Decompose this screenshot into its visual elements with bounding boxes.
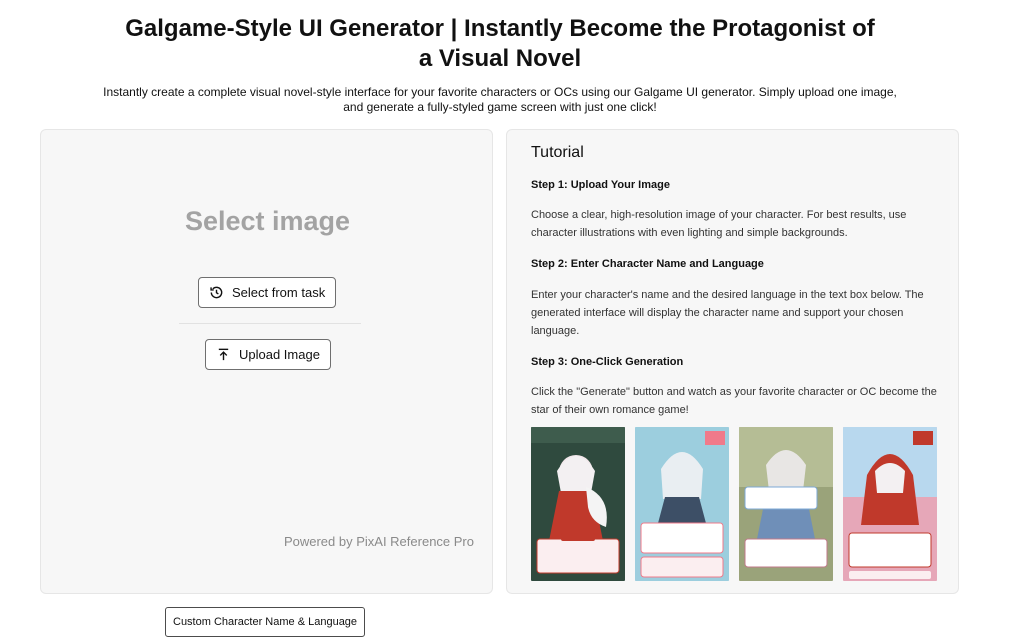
example-image: [739, 427, 833, 581]
example-gallery: [531, 427, 937, 581]
history-icon: [210, 286, 223, 299]
custom-character-name-language-button[interactable]: Custom Character Name & Language: [165, 607, 366, 637]
step-1-heading: Step 1: Upload Your Image: [531, 179, 670, 191]
select-from-task-button[interactable]: Select from task: [198, 277, 337, 308]
step-3-text: Click the "Generate" button and watch as…: [531, 386, 937, 416]
upload-icon: [218, 348, 229, 361]
step-2-heading: Step 2: Enter Character Name and Languag…: [531, 258, 764, 270]
example-illustration-3: [739, 427, 833, 581]
page-subtitle: Instantly create a complete visual novel…: [103, 85, 897, 114]
step-1-text: Choose a clear, high-resolution image of…: [531, 209, 907, 239]
powered-by-text: Powered by PixAI Reference Pro: [283, 534, 474, 549]
image-upload-panel[interactable]: Select image Select from task Upload Ima…: [40, 129, 493, 594]
select-image-heading: Select image: [184, 206, 351, 236]
upload-image-label: Upload Image: [239, 347, 320, 362]
page-title: Galgame-Style UI Generator | Instantly B…: [125, 15, 875, 72]
example-image: [635, 427, 729, 581]
tutorial-title: Tutorial: [531, 144, 584, 161]
example-image: [531, 427, 625, 581]
example-illustration-2: [635, 427, 729, 581]
example-image: [843, 427, 937, 581]
select-from-task-label: Select from task: [232, 285, 326, 300]
example-illustration-4: [843, 427, 937, 581]
example-illustration-1: [531, 427, 625, 581]
step-2-text: Enter your character's name and the desi…: [531, 289, 924, 337]
tutorial-panel: Tutorial Step 1: Upload Your Image Choos…: [506, 129, 959, 594]
upload-image-button[interactable]: Upload Image: [205, 339, 331, 370]
divider: [179, 323, 361, 324]
step-3-heading: Step 3: One-Click Generation: [531, 356, 684, 368]
